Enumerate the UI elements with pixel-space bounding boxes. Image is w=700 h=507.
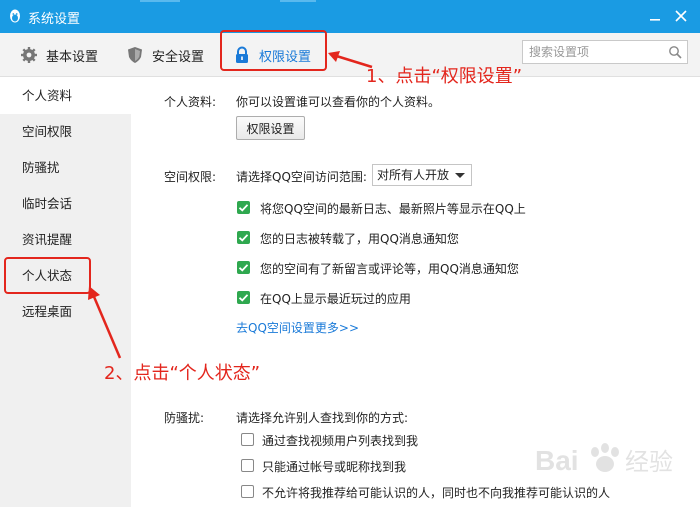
annotation-step-1: 1、点击“权限设置”: [366, 66, 523, 87]
space-access-select[interactable]: 对所有人开放: [372, 164, 472, 186]
select-value: 对所有人开放: [377, 168, 450, 182]
checkbox-label: 只能通过帐号或昵称找到我: [262, 460, 407, 474]
checkbox-notify-reposted[interactable]: [237, 231, 250, 244]
checkbox-find-via-video-list[interactable]: [241, 433, 254, 446]
checkmark-icon: [238, 264, 249, 272]
tab-label: 基本设置: [46, 49, 99, 65]
sidebar-item-profile[interactable]: 个人资料: [0, 78, 131, 114]
checkbox-show-space-updates[interactable]: [237, 201, 250, 214]
close-icon[interactable]: [674, 9, 688, 23]
checkbox-no-recommendation[interactable]: [241, 485, 254, 498]
annotation-step-2: 2、点击“个人状态”: [104, 363, 261, 384]
checkbox-label: 您的日志被转载了，用QQ消息通知您: [260, 232, 459, 246]
search-box[interactable]: [522, 40, 688, 64]
title-bar: 系统设置: [0, 0, 700, 33]
checkbox-show-recent-apps[interactable]: [237, 291, 250, 304]
permission-settings-button[interactable]: 权限设置: [236, 116, 305, 140]
checkbox-notify-comments[interactable]: [237, 261, 250, 274]
titlebar-decoration: [280, 0, 316, 2]
harass-section-label: 防骚扰:: [164, 411, 205, 425]
checkbox-label: 通过查找视频用户列表找到我: [262, 434, 419, 448]
sidebar-item-anti-harassment[interactable]: 防骚扰: [0, 150, 131, 186]
minimize-icon[interactable]: [648, 9, 662, 23]
svg-text:经验: 经验: [625, 448, 673, 476]
sidebar-item-temp-chat[interactable]: 临时会话: [0, 186, 131, 222]
space-access-prompt: 请选择QQ空间访问范围:: [236, 170, 367, 184]
annotation-highlight-box: [220, 30, 327, 71]
harass-prompt: 请选择允许别人查找到你的方式:: [236, 411, 409, 425]
checkmark-icon: [238, 204, 249, 212]
baidu-jingyan-watermark: Bai 经验: [535, 443, 673, 476]
checkbox-label: 您的空间有了新留言或评论等，用QQ消息通知您: [260, 262, 519, 276]
annotation-highlight-box: [4, 257, 91, 294]
search-input[interactable]: [523, 41, 663, 63]
checkbox-label: 在QQ上显示最近玩过的应用: [260, 292, 411, 306]
space-section-label: 空间权限:: [164, 170, 217, 184]
titlebar-decoration: [140, 0, 180, 2]
profile-section-label: 个人资料:: [164, 95, 217, 109]
checkbox-label: 将您QQ空间的最新日志、最新照片等显示在QQ上: [260, 202, 526, 216]
gear-icon: [21, 47, 37, 63]
checkmark-icon: [238, 234, 249, 242]
checkbox-find-by-account-only[interactable]: [241, 459, 254, 472]
annotation-arrow-icon: [88, 286, 122, 359]
profile-description: 你可以设置谁可以查看你的个人资料。: [236, 95, 441, 109]
sidebar-item-space-permission[interactable]: 空间权限: [0, 114, 131, 150]
qq-penguin-icon: [10, 9, 20, 23]
tab-basic-settings[interactable]: 基本设置: [20, 33, 98, 77]
shield-icon: [128, 47, 142, 63]
more-space-settings-link[interactable]: 去QQ空间设置更多>>: [236, 319, 359, 336]
search-icon[interactable]: [668, 45, 682, 59]
svg-text:Bai: Bai: [535, 445, 579, 476]
checkmark-icon: [238, 294, 249, 302]
chevron-down-icon: [455, 173, 465, 178]
window-title: 系统设置: [28, 12, 81, 27]
sidebar-item-news-reminder[interactable]: 资讯提醒: [0, 222, 131, 258]
tab-label: 安全设置: [152, 49, 205, 65]
tab-security-settings[interactable]: 安全设置: [126, 33, 204, 77]
